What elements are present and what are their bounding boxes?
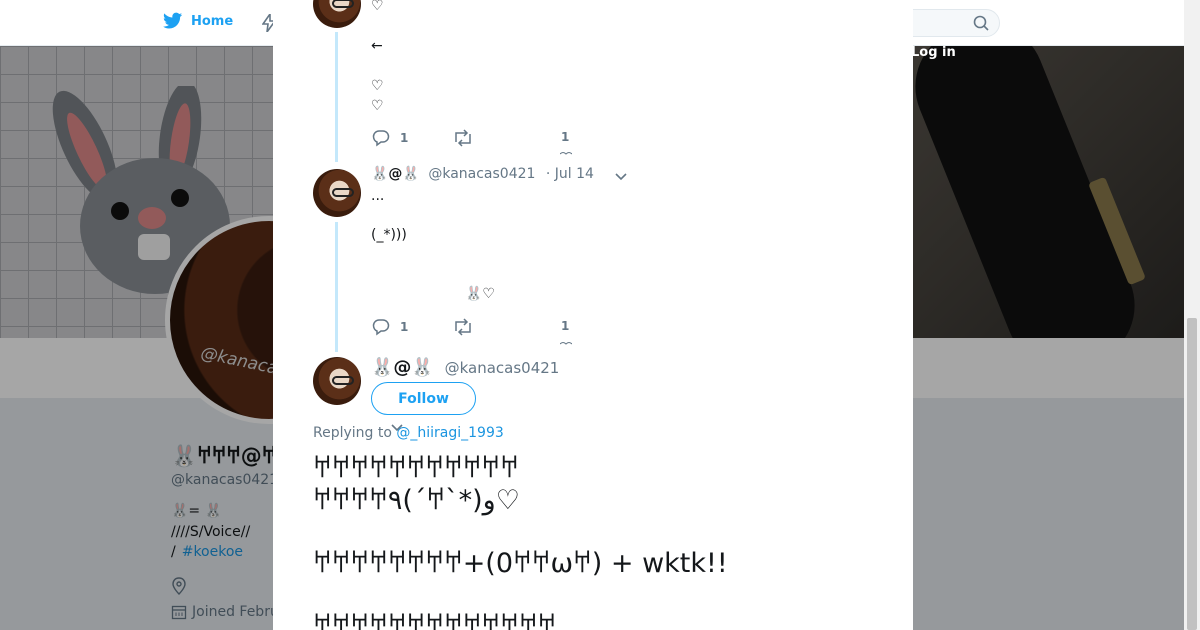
tweet-text-line: ♡	[371, 78, 384, 94]
avatar-glasses	[332, 188, 354, 197]
tweet-detail-modal	[273, 0, 913, 630]
tweet-text-line: (_*)))	[371, 227, 407, 243]
close-icon[interactable]	[1154, 12, 1178, 36]
tweet-header[interactable]: 🐰@🐰 @kanacas0421	[371, 357, 559, 378]
like-count: 1	[561, 319, 570, 333]
tweet-author-name: 🐰@🐰	[371, 166, 420, 182]
heart-outline-icon	[560, 152, 572, 155]
tweet-text-line: ...	[371, 188, 385, 204]
tweet-avatar[interactable]	[313, 169, 361, 217]
heart-outline-icon	[560, 342, 572, 345]
thread-connector-line	[335, 222, 338, 352]
retweet-icon[interactable]	[453, 318, 473, 336]
tweet-text-line: 🐰♡	[465, 286, 495, 302]
retweet-icon[interactable]	[453, 129, 473, 147]
tweet-avatar[interactable]	[313, 357, 361, 405]
reply-button[interactable]: 1	[372, 318, 408, 336]
tweet-date[interactable]: · Jul 14	[546, 166, 594, 182]
reply-button[interactable]: 1	[372, 129, 408, 147]
chevron-down-icon[interactable]	[614, 170, 628, 184]
reply-count: 1	[400, 131, 409, 145]
search-icon[interactable]	[973, 15, 989, 31]
replying-to-handle-link[interactable]: @_hiiragi_1993	[396, 425, 503, 441]
tweet-header[interactable]: 🐰@🐰 @kanacas0421 · Jul 14	[371, 166, 594, 182]
replying-to: Replying to @_hiiragi_1993	[313, 425, 504, 441]
reply-icon	[372, 130, 390, 147]
reply-icon	[372, 319, 390, 336]
twitter-bird-icon	[163, 12, 183, 29]
scrollbar-thumb[interactable]	[1187, 318, 1197, 630]
like-button[interactable]: 1	[561, 319, 569, 333]
like-count: 1	[561, 130, 570, 144]
replying-to-label: Replying to	[313, 425, 392, 441]
avatar-glasses	[332, 0, 354, 8]
tweet-text-line: ♡	[371, 98, 384, 114]
follow-button[interactable]: Follow	[371, 382, 476, 415]
tweet-author-handle: @kanacas0421	[428, 166, 536, 182]
tweet-author-name: 🐰@🐰	[371, 357, 434, 378]
nav-home-label: Home	[191, 13, 234, 29]
tweet-text-line: ←	[371, 38, 383, 54]
nav-home-link[interactable]: Home	[163, 12, 233, 30]
avatar-glasses	[332, 376, 354, 385]
like-button[interactable]: 1	[561, 130, 569, 144]
page-scrollbar[interactable]	[1184, 0, 1200, 630]
thread-connector-line	[335, 32, 338, 162]
tweet-body-line: 𐀀𐀀𐀀𐀀𐀀𐀀𐀀𐀀𐀀𐀀𐀀𐀀𐀀	[313, 611, 557, 630]
tweet-author-handle: @kanacas0421	[444, 359, 560, 377]
tweet-text-line: ♡	[371, 0, 384, 14]
tweet-body-line: 𐀀𐀀𐀀𐀀٩(´𐀀`*)و♡	[313, 485, 520, 516]
tweet-body-line: 𐀀𐀀𐀀𐀀𐀀𐀀𐀀𐀀+(0𐀀𐀀ω𐀀) + wktk!!	[313, 548, 728, 579]
reply-count: 1	[400, 320, 409, 334]
tweet-body-line: 𐀀𐀀𐀀𐀀𐀀𐀀𐀀𐀀𐀀𐀀𐀀	[313, 453, 519, 484]
login-link[interactable]: Log in	[911, 45, 956, 60]
